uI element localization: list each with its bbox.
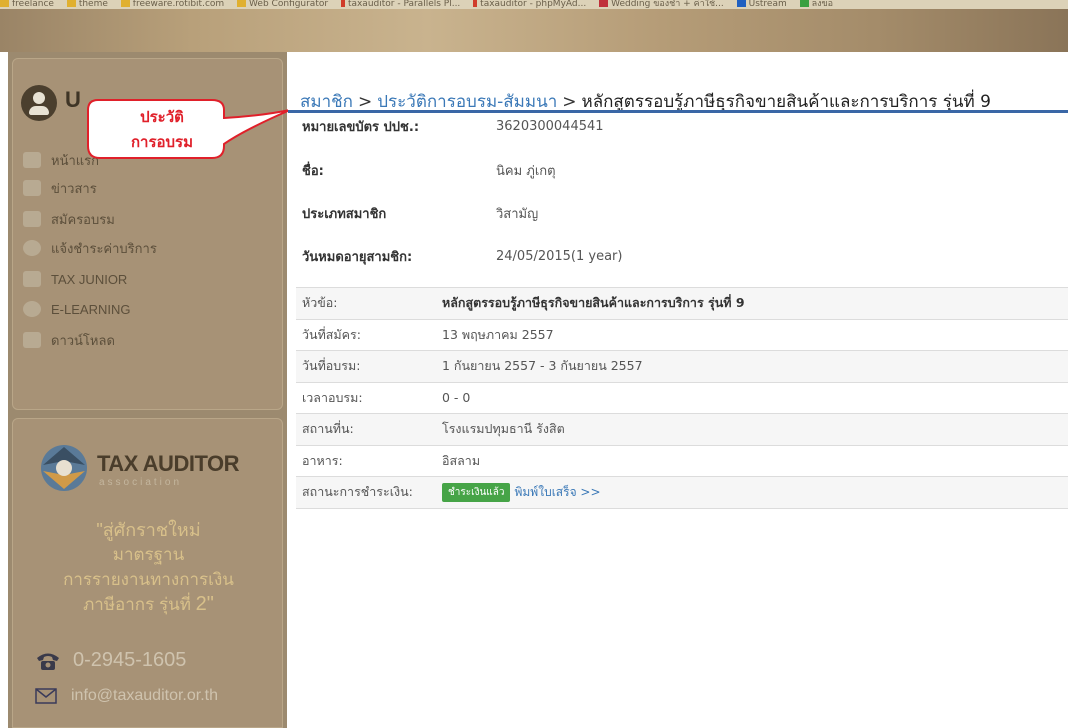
bookmark-item[interactable]: Web Configurator	[237, 0, 328, 9]
breadcrumb-member[interactable]: สมาชิก	[300, 92, 353, 112]
detail-label: อาหาร:	[296, 444, 442, 477]
table-row: อาหาร: อิสลาม	[296, 444, 1068, 477]
info-row-expiry: วันหมดอายุสามชิก: 24/05/2015(1 year)	[302, 244, 622, 268]
bookmark-item[interactable]: Ustream	[736, 0, 787, 9]
detail-label: เวลาอบรม:	[296, 381, 442, 414]
detail-label: สถานที่น:	[296, 413, 442, 445]
detail-label: วันที่อบรม:	[296, 350, 442, 382]
bookmark-item[interactable]: taxauditor - phpMyAd...	[473, 0, 586, 9]
folder-icon	[0, 0, 9, 7]
logo-name: TAX AUDITOR	[97, 451, 239, 476]
detail-value: อิสลาม	[442, 444, 1068, 477]
promo-line: ภาษีอากร รุ่นที่ 2"	[83, 593, 214, 615]
folder-icon	[237, 0, 247, 7]
callout-line: การอบรม	[130, 133, 194, 151]
mail-icon	[35, 688, 57, 704]
table-row: วันที่อบรม: 1 กันยายน 2557 - 3 กันยายน 2…	[296, 350, 1068, 382]
detail-value: 0 - 0	[442, 381, 1068, 414]
main-content: สมาชิก > ประวัติการอบรม-สัมมนา > หลักสูตรรอบ…	[288, 52, 1068, 728]
detail-value: 13 พฤษภาคม 2557	[442, 318, 1068, 351]
info-value: 3620300044541	[496, 118, 604, 134]
sidebar-item-register[interactable]: สมัครอบรม	[23, 208, 115, 230]
payment-icon	[23, 240, 41, 256]
table-row: สถานที่น: โรงแรมปทุมธานี รังสิต	[296, 413, 1068, 445]
elearning-icon	[23, 301, 41, 317]
table-row: สถานะการชำระเงิน: ชำระเงินแล้ว พิมพ์ใบเสร…	[296, 476, 1068, 509]
breadcrumb-rule	[288, 110, 1068, 113]
callout-bubble: ประวัติ การอบรม	[84, 96, 291, 164]
gmail-icon	[599, 0, 609, 7]
bookmarks-bar: freelance theme freeware.rotibit.com Web…	[0, 0, 1068, 9]
folder-icon	[120, 0, 130, 7]
info-value: 24/05/2015(1 year)	[496, 248, 623, 264]
home-icon	[23, 152, 41, 168]
info-label: ประเภทสมาชิก	[302, 206, 387, 222]
ustream-icon	[736, 0, 746, 7]
detail-label: สถานะการชำระเงิน:	[296, 476, 442, 509]
breadcrumb-separator: >	[357, 92, 373, 112]
junior-icon	[23, 271, 41, 287]
download-icon	[23, 332, 41, 348]
table-row: เวลาอบรม: 0 - 0	[296, 381, 1068, 414]
bookmark-item[interactable]: Wedding ของชำ + ค่าใช้...	[599, 0, 724, 9]
association-panel: TAX AUDITOR association "สู่ศักราชใหม่ ม…	[12, 418, 283, 728]
print-receipt-link[interactable]: พิมพ์ใบเสร็จ >>	[514, 485, 600, 499]
detail-value: โรงแรมปทุมธานี รังสิต	[442, 413, 1068, 445]
detail-label: หัวข้อ:	[296, 287, 442, 319]
info-value: วิสามัญ	[496, 206, 539, 222]
breadcrumb-training-history[interactable]: ประวัติการอบรม-สัมมนา	[377, 92, 557, 112]
table-row: หัวข้อ: หลักสูตรรอบรู้ภาษีธุรกิจขายสินค้…	[296, 287, 1068, 319]
info-row-id-card: หมายเลขบัตร ปปช.: 3620300044541	[302, 114, 604, 138]
email-contact[interactable]: info@taxauditor.or.th	[35, 687, 218, 705]
info-label: ชื่อ:	[302, 163, 324, 179]
tax-auditor-logo	[41, 445, 87, 491]
course-detail-table: หัวข้อ: หลักสูตรรอบรู้ภาษีธุรกิจขายสินค้…	[296, 287, 1068, 509]
bookmark-item[interactable]: freeware.rotibit.com	[120, 0, 224, 9]
info-value: นิคม ภู่เกตุ	[496, 163, 556, 179]
detail-value: หลักสูตรรอบรู้ภาษีธุรกิจขายสินค้าและการบ…	[442, 287, 1068, 319]
folder-icon	[66, 0, 76, 7]
sidebar-item-payment[interactable]: แจ้งชำระค่าบริการ	[23, 237, 157, 259]
promo-line: มาตรฐาน	[112, 545, 185, 564]
sidebar-item-news[interactable]: ข่าวสาร	[23, 177, 97, 199]
promo-line: "สู่ศักราชใหม่	[96, 520, 201, 540]
phone-icon	[37, 653, 59, 670]
detail-value: 1 กันยายน 2557 - 3 กันยายน 2557	[442, 350, 1068, 382]
info-row-name: ชื่อ: นิคม ภู่เกตุ	[302, 158, 556, 182]
info-label: หมายเลขบัตร ปปช.:	[302, 119, 420, 135]
user-icon	[21, 85, 57, 121]
sidebar-item-download[interactable]: ดาวน์โหลด	[23, 329, 115, 351]
table-row: วันที่สมัคร: 13 พฤษภาคม 2557	[296, 318, 1068, 351]
breadcrumb-separator: >	[562, 92, 577, 112]
callout-line: ประวัติ	[140, 108, 184, 126]
info-row-member-type: ประเภทสมาชิก วิสามัญ	[302, 201, 538, 225]
plesk-icon	[473, 0, 478, 7]
register-icon	[23, 211, 41, 227]
site-icon	[799, 0, 809, 7]
logo-subtitle: association	[99, 477, 183, 488]
promo-line: การรายงานทางการเงิน	[63, 570, 234, 589]
phone-contact: 0-2945-1605	[35, 649, 186, 672]
news-icon	[23, 180, 41, 196]
sidebar-item-e-learning[interactable]: E-LEARNING	[23, 298, 130, 320]
sidebar-item-tax-junior[interactable]: TAX JUNIOR	[23, 268, 127, 290]
plesk-icon	[340, 0, 345, 7]
info-label: วันหมดอายุสามชิก:	[302, 249, 413, 265]
bookmark-item[interactable]: theme	[66, 0, 108, 9]
bookmark-item[interactable]: freelance	[0, 0, 54, 9]
bookmark-item[interactable]: taxauditor - Parallels Pl...	[340, 0, 460, 9]
payment-status-cell: ชำระเงินแล้ว พิมพ์ใบเสร็จ >>	[442, 476, 1068, 509]
user-name: U	[65, 87, 81, 112]
bookmark-item[interactable]: ลงขอ	[799, 0, 833, 9]
detail-label: วันที่สมัคร:	[296, 318, 442, 351]
header-banner	[0, 9, 1068, 52]
status-badge: ชำระเงินแล้ว	[442, 482, 511, 502]
breadcrumb-current: หลักสูตรรอบรู้ภาษีธุรกิจขายสินค้าและการบ…	[581, 92, 991, 112]
